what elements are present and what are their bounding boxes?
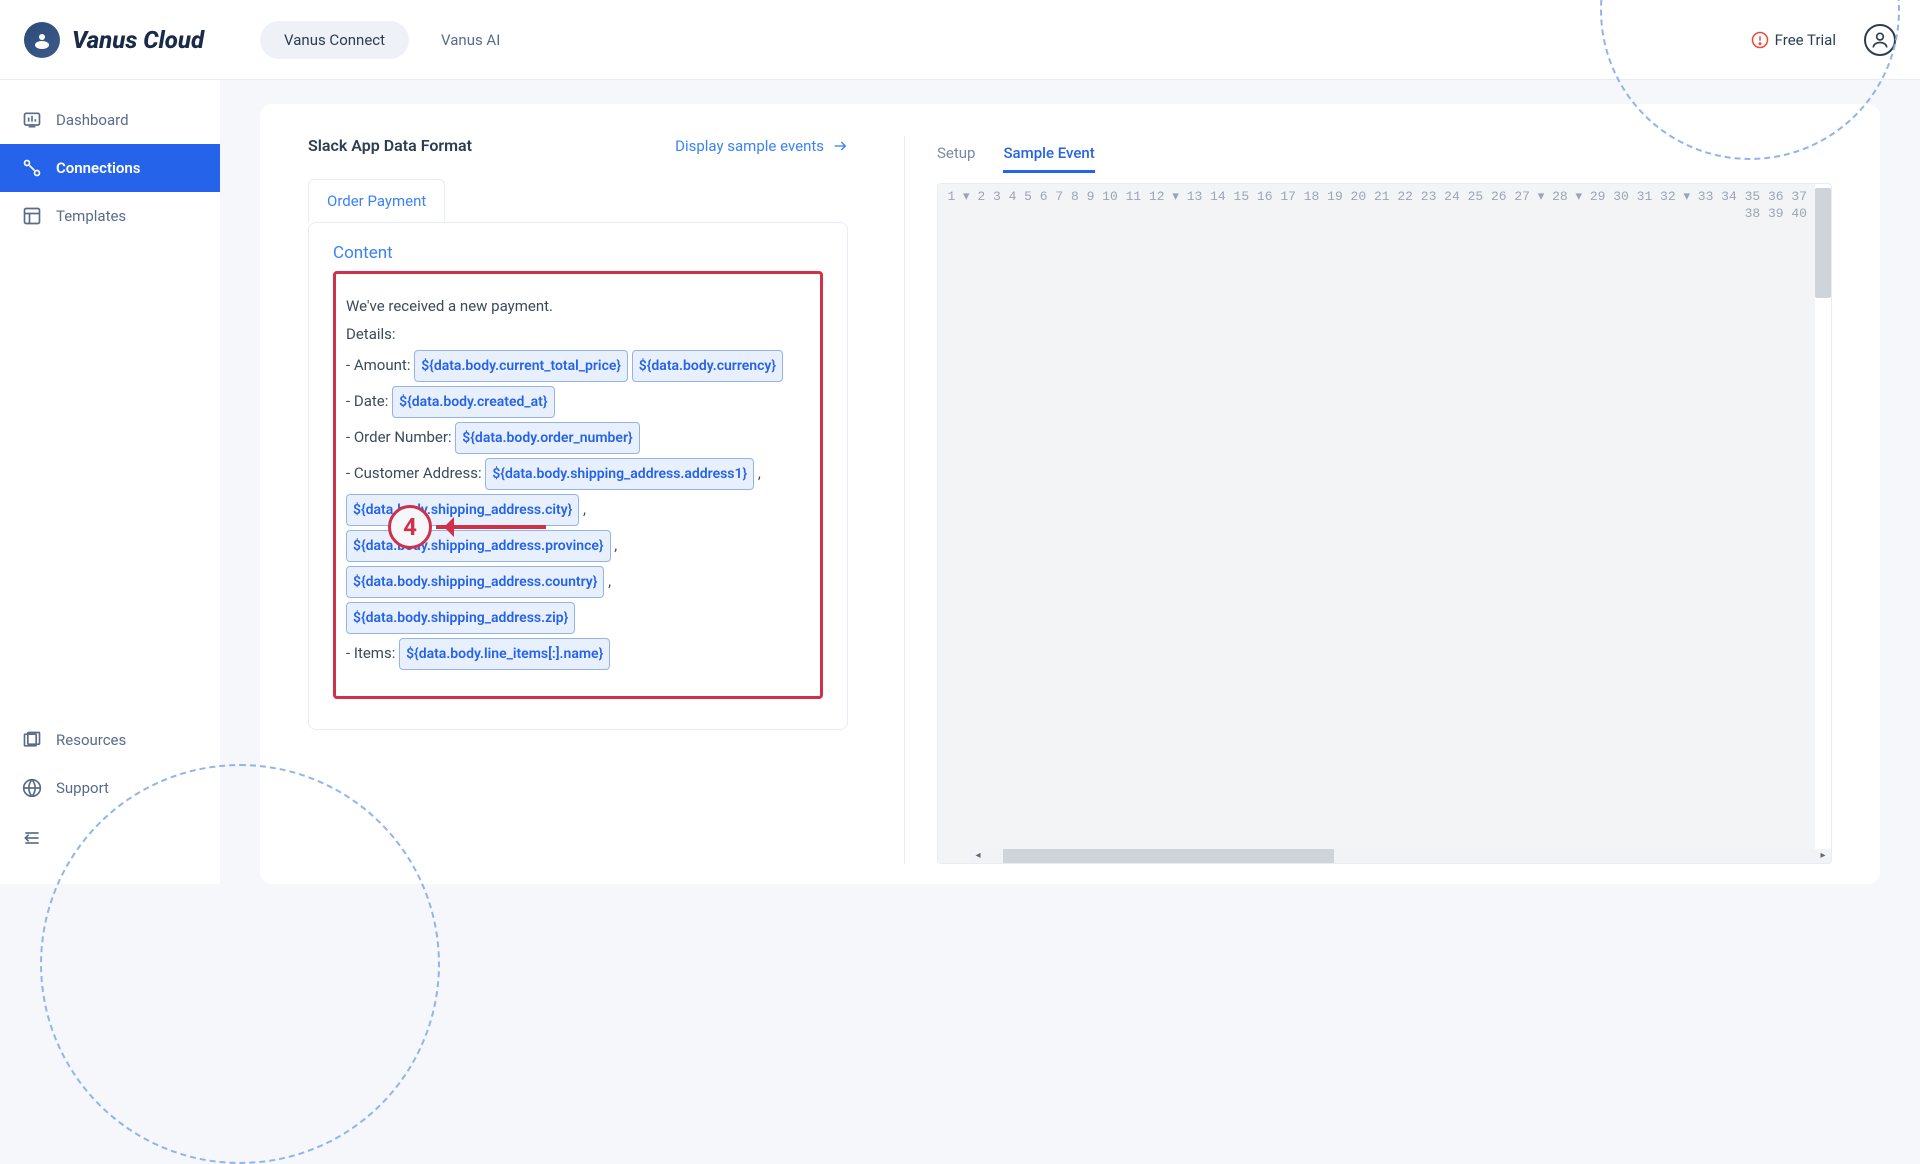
dashboard-icon	[22, 110, 42, 130]
display-sample-events-link[interactable]: Display sample events	[675, 137, 848, 155]
horizontal-scrollbar[interactable]	[986, 849, 1815, 863]
message-date-line: - Date: ${data.body.created_at}	[346, 384, 810, 420]
sidebar-item-connections[interactable]: Connections	[0, 144, 220, 192]
connections-icon	[22, 158, 42, 178]
sub-tab-order-payment[interactable]: Order Payment	[308, 179, 445, 222]
sidebar-item-support[interactable]: Support	[0, 764, 220, 812]
collapse-icon	[22, 828, 42, 848]
sidebar-item-templates[interactable]: Templates	[0, 192, 220, 240]
right-tabs: Setup Sample Event	[937, 136, 1832, 173]
templates-icon	[22, 206, 42, 226]
sidebar-item-label: Dashboard	[56, 111, 129, 129]
support-icon	[22, 778, 42, 798]
token-order-number[interactable]: ${data.body.order_number}	[455, 422, 639, 454]
arrow-right-icon	[832, 138, 848, 154]
product-tabs: Vanus Connect Vanus AI	[260, 21, 524, 59]
token-address1[interactable]: ${data.body.shipping_address.address1}	[485, 458, 754, 490]
tab-vanus-ai[interactable]: Vanus AI	[417, 21, 524, 59]
message-amount-line: - Amount: ${data.body.current_total_pric…	[346, 348, 810, 384]
sidebar-item-dashboard[interactable]: Dashboard	[0, 96, 220, 144]
sidebar-item-label: Connections	[56, 159, 140, 177]
sidebar: Dashboard Connections Templates Resource…	[0, 80, 220, 884]
brand-logo[interactable]: Vanus Cloud	[24, 22, 204, 58]
tab-sample-event[interactable]: Sample Event	[1003, 136, 1094, 173]
step-number: 4	[388, 505, 432, 549]
json-code-viewer[interactable]: 1 ▾ 2 3 4 5 6 7 8 9 10 11 12 ▾ 13 14 15 …	[937, 183, 1832, 864]
token-country[interactable]: ${data.body.shipping_address.country}	[346, 566, 604, 598]
arrow-icon	[436, 525, 546, 529]
logo-icon	[24, 22, 60, 58]
free-trial-label: Free Trial	[1775, 31, 1836, 49]
token-created-at[interactable]: ${data.body.created_at}	[392, 386, 554, 418]
sidebar-item-label: Support	[56, 779, 109, 797]
message-address-line: - Customer Address: ${data.body.shipping…	[346, 456, 810, 492]
step-annotation: 4	[388, 505, 546, 549]
user-avatar-button[interactable]	[1864, 24, 1896, 56]
panel-title: Slack App Data Format	[308, 136, 472, 155]
message-template-editor[interactable]: We've received a new payment. Details: -…	[333, 271, 823, 699]
message-intro: We've received a new payment.	[346, 292, 810, 320]
right-column: Setup Sample Event 1 ▾ 2 3 4 5 6 7 8 9 1…	[904, 136, 1832, 864]
sidebar-item-resources[interactable]: Resources	[0, 716, 220, 764]
token-items[interactable]: ${data.body.line_items[:].name}	[399, 638, 610, 670]
brand-name: Vanus Cloud	[72, 26, 204, 54]
left-column: Slack App Data Format Display sample eve…	[308, 136, 848, 864]
token-price[interactable]: ${data.body.current_total_price}	[414, 350, 628, 382]
free-trial-button[interactable]: Free Trial	[1751, 31, 1836, 49]
message-order-line: - Order Number: ${data.body.order_number…	[346, 420, 810, 456]
user-icon	[1870, 30, 1890, 50]
vertical-scrollbar[interactable]	[1815, 188, 1831, 298]
content-section-label: Content	[333, 243, 823, 263]
alert-icon	[1751, 31, 1769, 49]
main-content: 4 Slack App Data Format Display sample e…	[220, 80, 1920, 884]
message-details-label: Details:	[346, 320, 810, 348]
tab-vanus-connect[interactable]: Vanus Connect	[260, 21, 409, 59]
app-header: Vanus Cloud Vanus Connect Vanus AI Free …	[0, 0, 1920, 80]
sample-link-label: Display sample events	[675, 137, 824, 155]
sidebar-item-label: Templates	[56, 207, 126, 225]
scroll-right-arrow[interactable]: ▸	[1815, 849, 1831, 863]
message-items-line: - Items: ${data.body.line_items[:].name}	[346, 636, 810, 672]
content-box: Content We've received a new payment. De…	[308, 222, 848, 730]
token-currency[interactable]: ${data.body.currency}	[632, 350, 783, 382]
scroll-left-arrow[interactable]: ◂	[970, 849, 986, 863]
sidebar-collapse-button[interactable]	[0, 812, 220, 868]
token-zip[interactable]: ${data.body.shipping_address.zip}	[346, 602, 575, 634]
tab-setup[interactable]: Setup	[937, 136, 975, 173]
line-gutter: 1 ▾ 2 3 4 5 6 7 8 9 10 11 12 ▾ 13 14 15 …	[938, 184, 1815, 863]
sidebar-item-label: Resources	[56, 731, 126, 749]
resources-icon	[22, 730, 42, 750]
